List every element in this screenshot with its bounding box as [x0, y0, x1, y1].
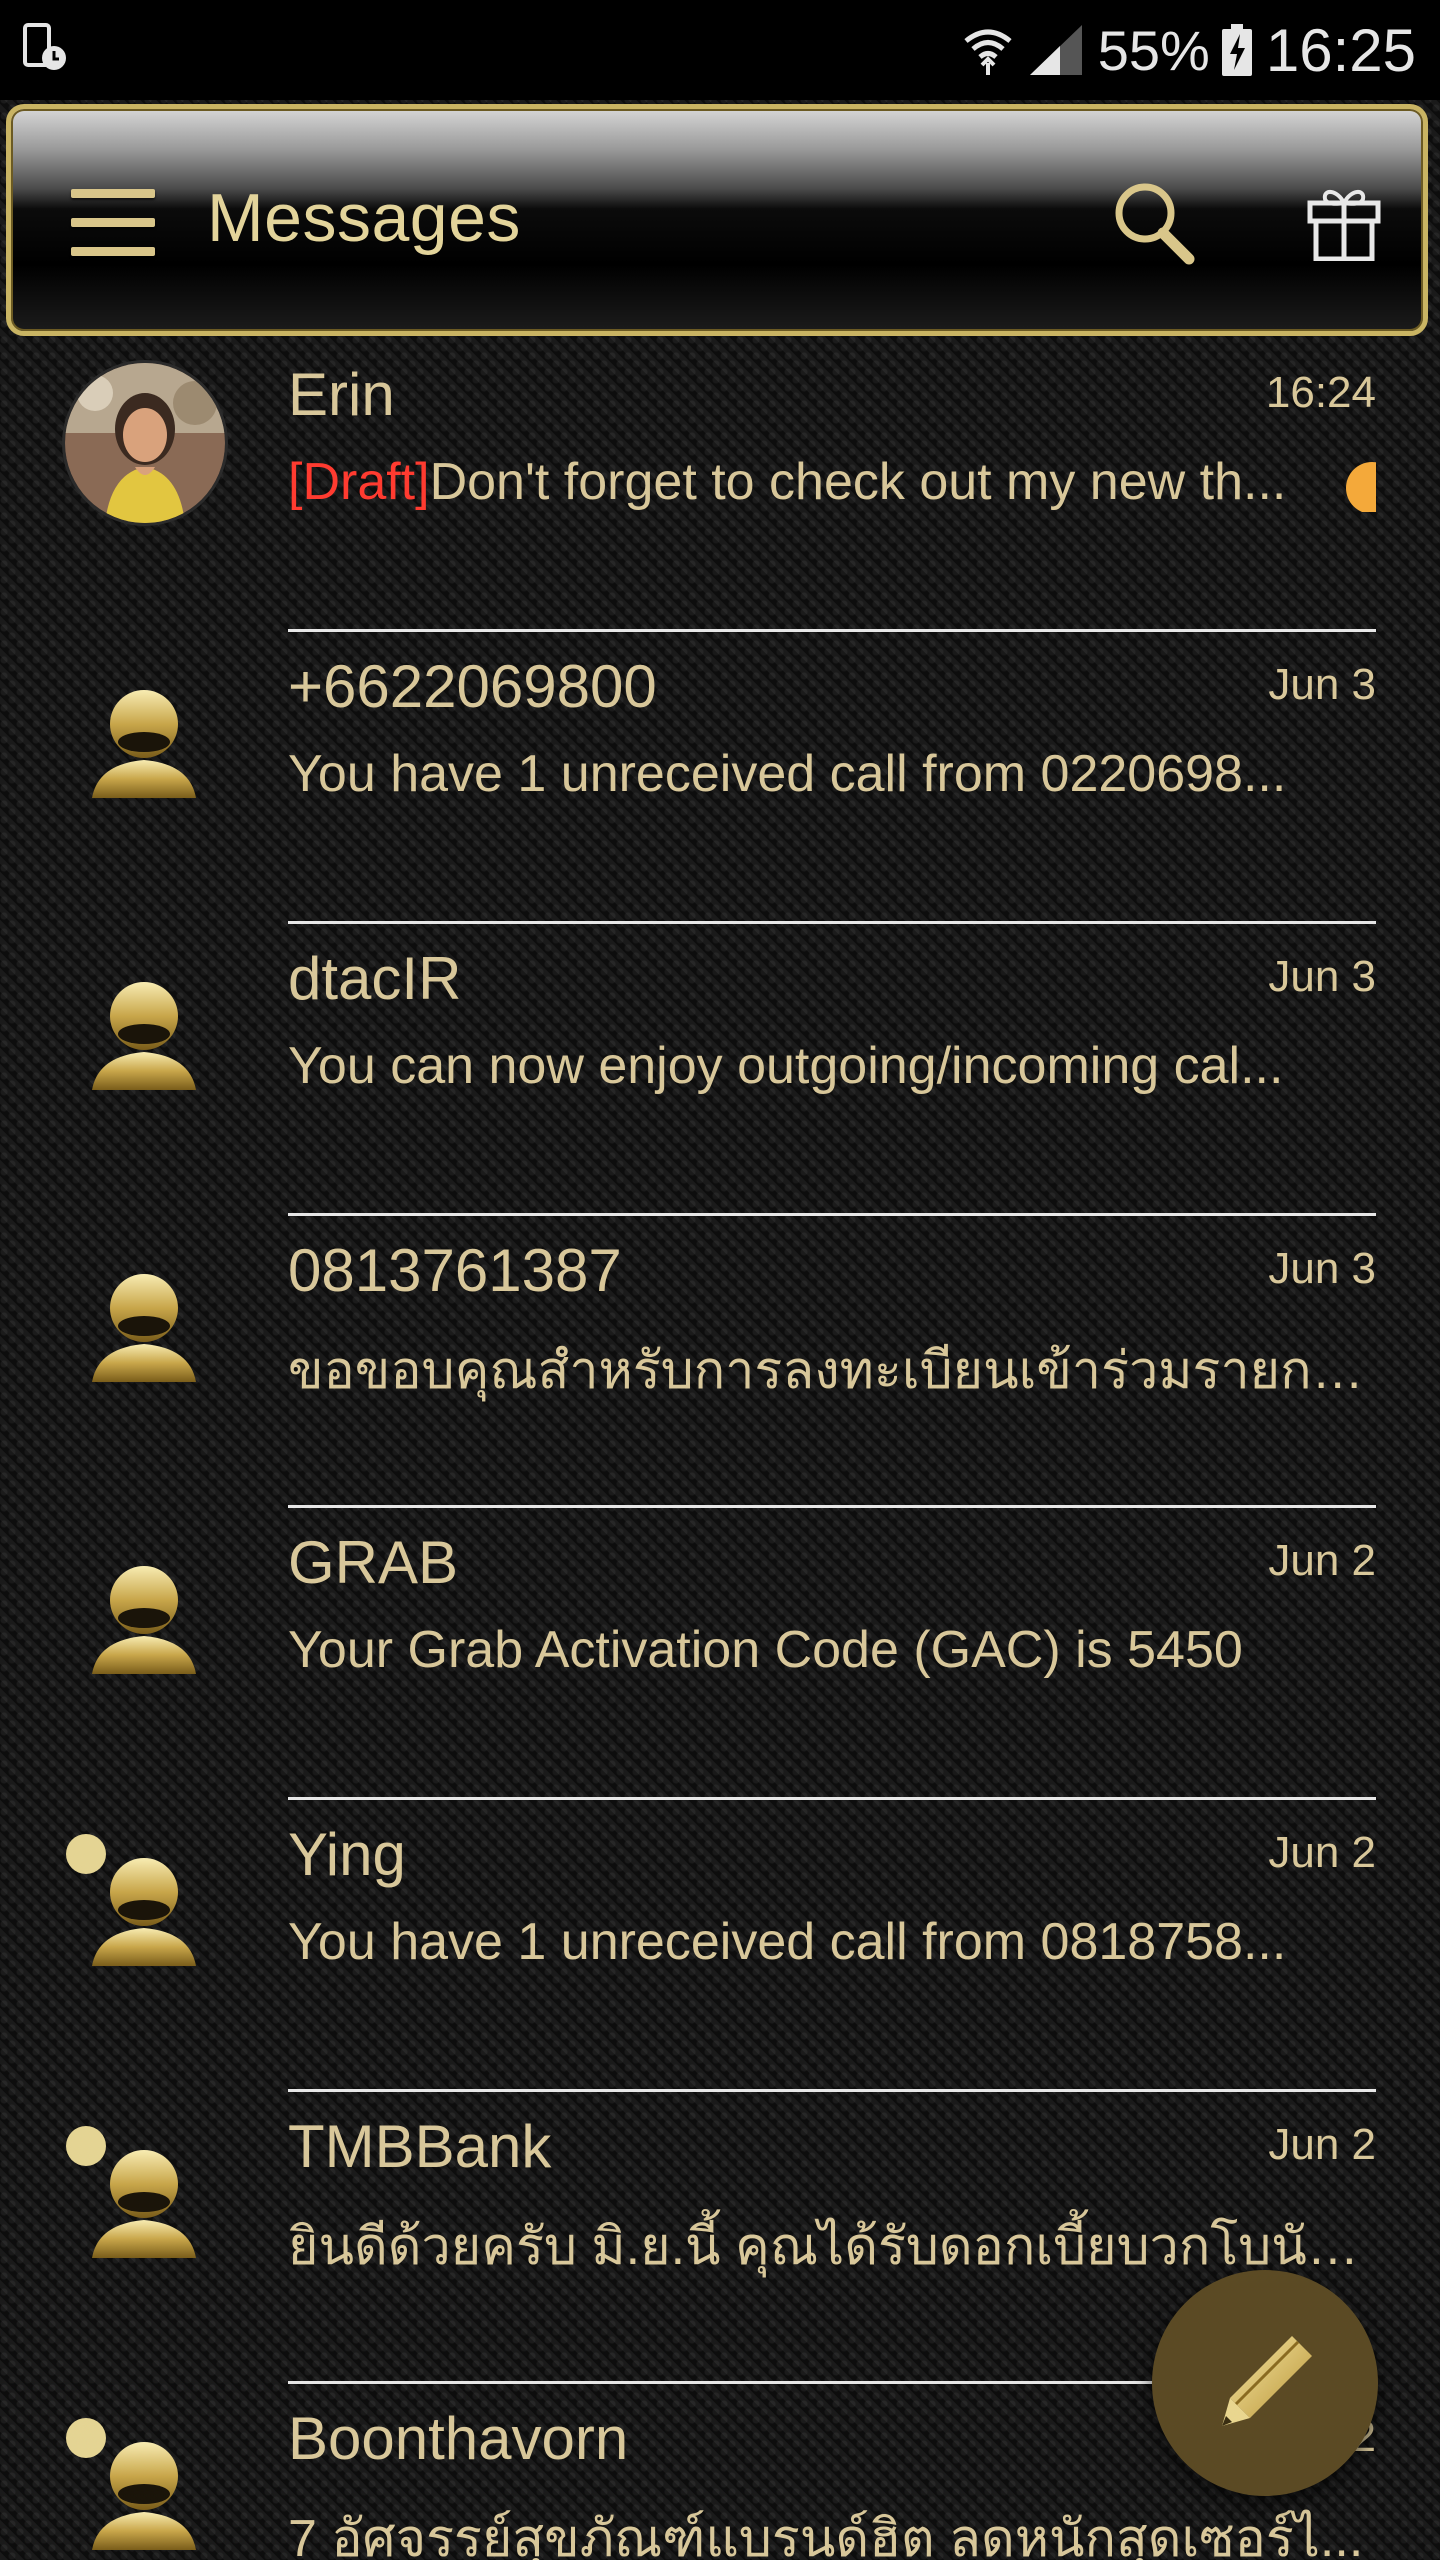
- message-preview: Your Grab Activation Code (GAC) is 5450: [288, 1621, 1243, 1679]
- message-preview: ยินดีด้วยครับ มิ.ย.นี้ คุณได้รับดอกเบี้ย…: [288, 2218, 1376, 2276]
- person-icon[interactable]: [86, 684, 202, 804]
- hamburger-icon-bar: [71, 218, 155, 227]
- pencil-icon: [1222, 2336, 1312, 2426]
- screen-timer-icon: [23, 23, 66, 70]
- person-icon[interactable]: [86, 1560, 202, 1680]
- contact-name: TMBBank: [288, 2113, 552, 2180]
- clock: 16:25: [1265, 16, 1416, 84]
- hamburger-icon-bar: [71, 189, 155, 198]
- person-icon[interactable]: [86, 976, 202, 1096]
- conversation-row[interactable]: Ying Jun 2 You have 1 unreceived call fr…: [0, 1800, 1440, 2092]
- message-date: Jun 3: [1268, 952, 1376, 1001]
- contact-name: dtacIR: [288, 945, 462, 1012]
- person-icon[interactable]: [86, 2436, 202, 2556]
- contact-name: 0813761387: [288, 1237, 622, 1304]
- contact-name: Boonthavorn: [288, 2405, 629, 2472]
- search-button[interactable]: [1109, 179, 1197, 267]
- person-icon[interactable]: [86, 2144, 202, 2264]
- app-header: Messages: [6, 104, 1428, 336]
- contact-name: GRAB: [288, 1529, 459, 1596]
- contact-name: Ying: [288, 1821, 406, 1888]
- message-preview-text: Don't forget to check out my new th...: [429, 453, 1287, 511]
- person-icon[interactable]: [86, 1268, 202, 1388]
- message-date: Jun 2: [1268, 1828, 1376, 1877]
- signal-icon: [1029, 25, 1082, 75]
- avatar-photo-image: [65, 363, 225, 523]
- gift-button[interactable]: [1307, 185, 1381, 262]
- message-date: Jun 3: [1268, 1244, 1376, 1293]
- status-bar: 55% 16:25: [0, 0, 1440, 100]
- conversation-row[interactable]: +6622069800 Jun 3 You have 1 unreceived …: [0, 632, 1440, 924]
- battery-charging-icon: [1221, 24, 1252, 76]
- contact-name: Erin: [288, 361, 395, 428]
- message-date: Jun 2: [1268, 2120, 1376, 2169]
- compose-button[interactable]: [1152, 2270, 1378, 2496]
- emoji-icon: [1346, 462, 1376, 512]
- message-preview: 7 อัศจรรย์สุขภัณฑ์แบรนด์ฮิต ลดหนักสุดเซอ…: [288, 2510, 1364, 2560]
- avatar[interactable]: [62, 360, 228, 526]
- hamburger-icon-bar: [71, 247, 155, 256]
- draft-label: [Draft]: [288, 453, 430, 511]
- battery-percent: 55%: [1097, 18, 1210, 82]
- contact-name: +6622069800: [288, 653, 657, 720]
- conversation-list: Erin 16:24 [Draft]Don't forget to check …: [0, 340, 1440, 2560]
- person-icon[interactable]: [86, 1852, 202, 1972]
- conversation-row[interactable]: dtacIR Jun 3 You can now enjoy outgoing/…: [0, 924, 1440, 1216]
- message-preview: [Draft]Don't forget to check out my new …: [288, 452, 1376, 512]
- menu-button[interactable]: [71, 189, 155, 259]
- message-preview: You can now enjoy outgoing/incoming cal.…: [288, 1037, 1284, 1095]
- wifi-icon: [964, 29, 1012, 75]
- conversation-row[interactable]: Erin 16:24 [Draft]Don't forget to check …: [0, 340, 1440, 632]
- message-date: Jun 2: [1268, 1536, 1376, 1585]
- page-title: Messages: [207, 180, 521, 256]
- conversation-row[interactable]: GRAB Jun 2 Your Grab Activation Code (GA…: [0, 1508, 1440, 1800]
- message-preview: You have 1 unreceived call from 0220698.…: [288, 745, 1287, 803]
- message-preview: ขอขอบคุณสำหรับการลงทะเบียนเข้าร่วมรายกา.…: [288, 1342, 1376, 1400]
- message-preview: You have 1 unreceived call from 0818758.…: [288, 1913, 1287, 1971]
- search-icon: [1115, 183, 1195, 265]
- conversation-row[interactable]: 0813761387 Jun 3 ขอขอบคุณสำหรับการลงทะเบ…: [0, 1216, 1440, 1508]
- message-date: Jun 3: [1268, 660, 1376, 709]
- gift-icon: [1307, 190, 1381, 262]
- message-date: 16:24: [1265, 368, 1376, 417]
